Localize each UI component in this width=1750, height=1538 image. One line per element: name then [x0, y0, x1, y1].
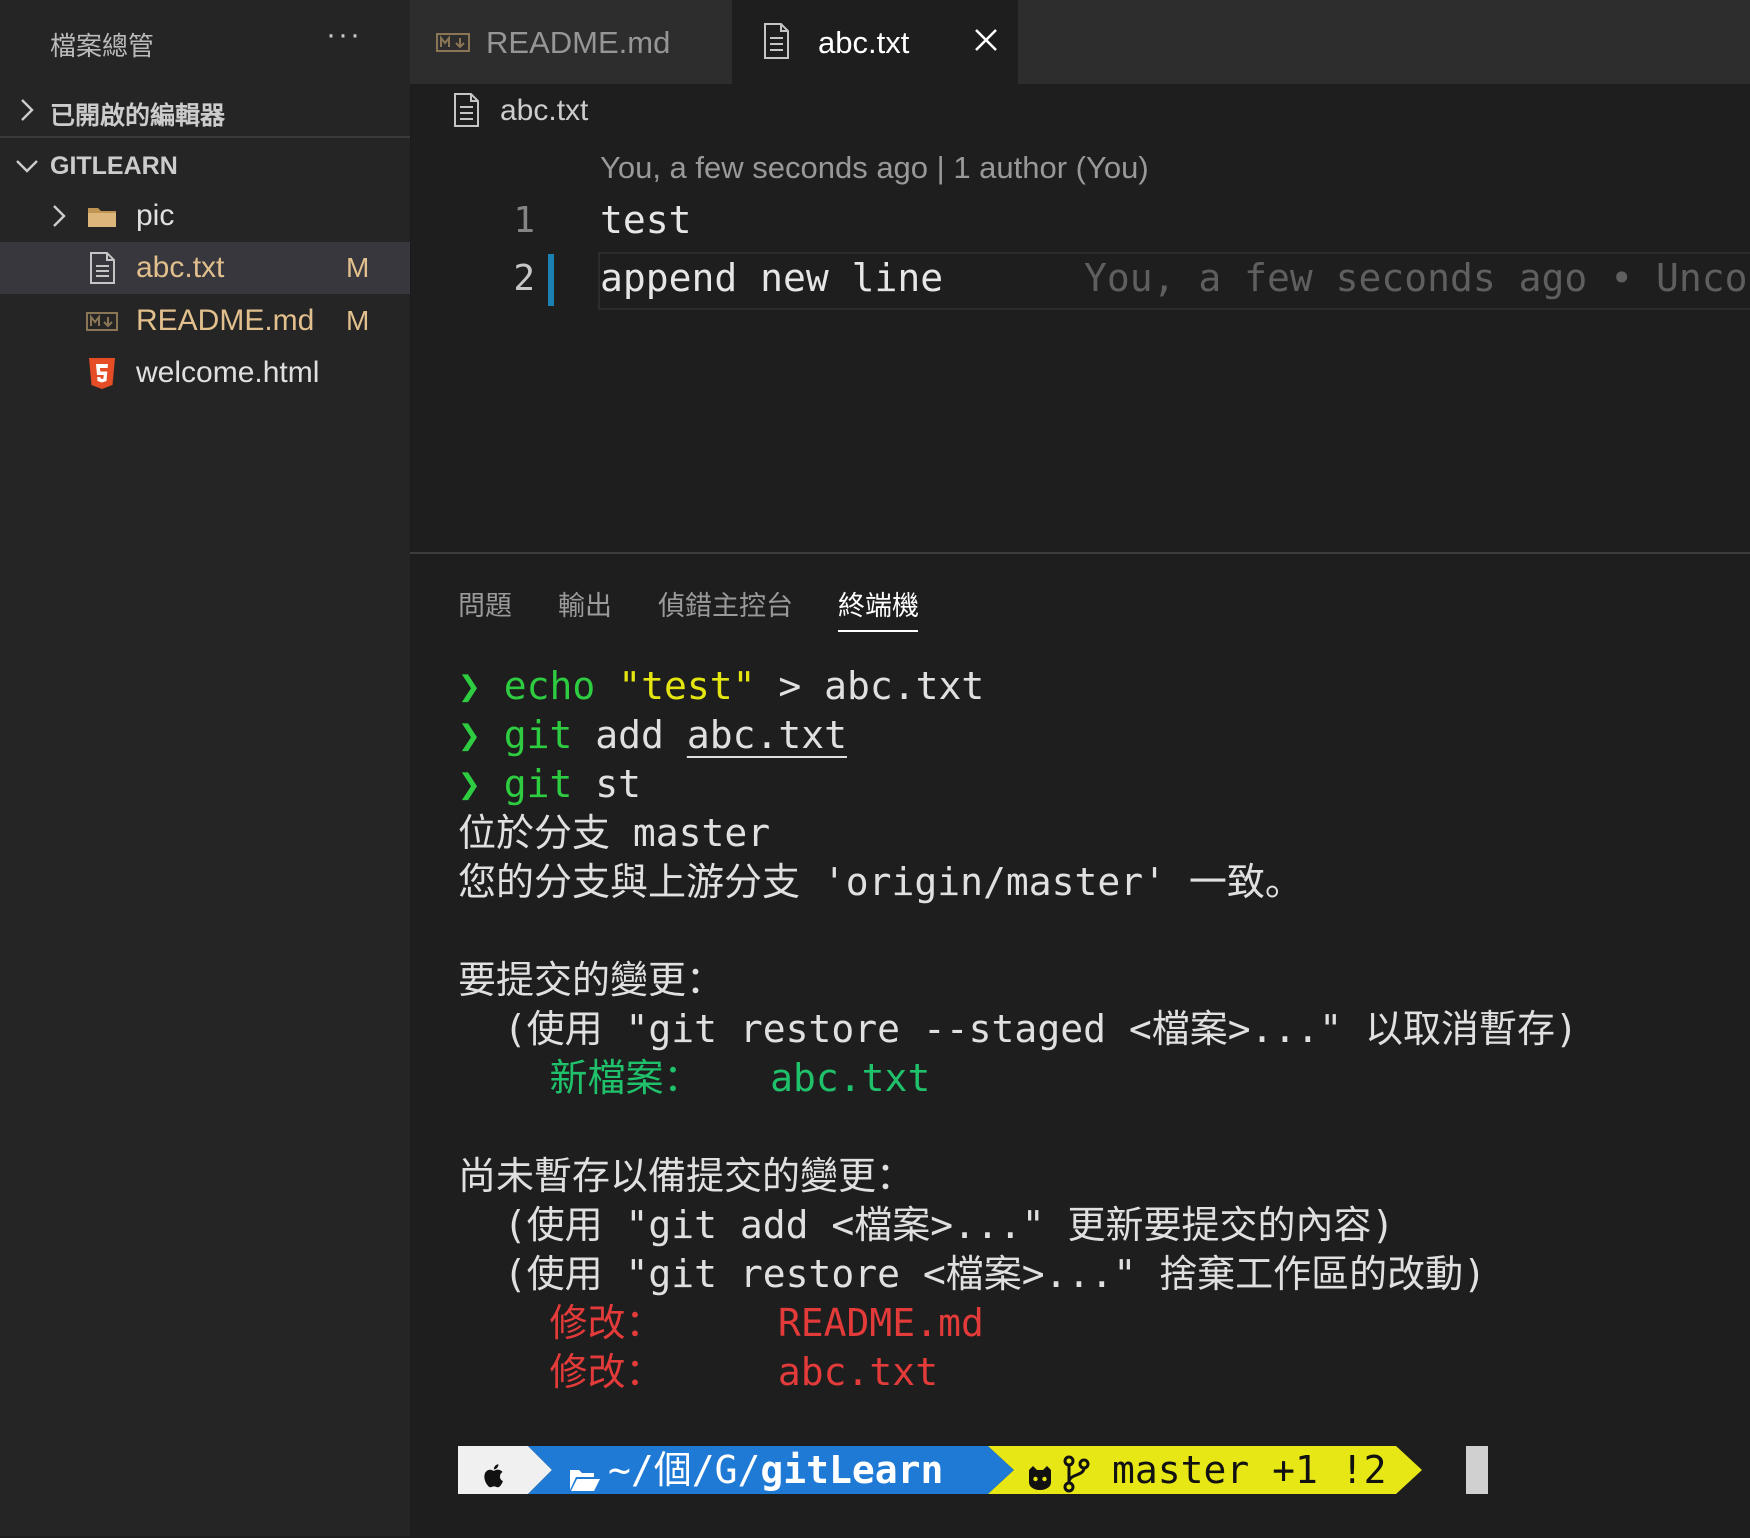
modified-badge: M [346, 305, 370, 336]
more-actions-icon[interactable]: ··· [326, 18, 362, 52]
explorer-header: 檔案總管 ··· [0, 0, 410, 84]
prompt-symbol: ❯ [458, 664, 481, 708]
chevron-down-icon [16, 160, 38, 173]
breadcrumb-file: abc.txt [500, 94, 589, 127]
tab-readme-md[interactable]: README.md [410, 0, 732, 84]
tab-label: abc.txt [818, 25, 910, 60]
line-number: 2 [513, 258, 535, 299]
code-line[interactable]: 1 test [410, 192, 1750, 248]
terminal-cursor[interactable] [1466, 1446, 1488, 1494]
command-args: st [572, 762, 642, 806]
git-branch-icon [1063, 1455, 1090, 1493]
tab-label: README.md [486, 25, 671, 60]
active-tab-indicator [838, 630, 918, 632]
status-label: 修改： [549, 1350, 664, 1394]
markdown-icon [86, 312, 118, 331]
prompt-symbol: ❯ [458, 762, 481, 806]
path-prefix: ~/個/G/ [608, 1448, 761, 1492]
tree-item-label: welcome.html [136, 356, 320, 389]
explorer-sidebar: 檔案總管 ··· 已開啟的編輯器 GITLEARN pic abc.txt M … [0, 0, 411, 1536]
folder-icon [88, 208, 116, 227]
terminal-line: 您的分支與上游分支 'origin/master' 一致。 [458, 860, 1303, 904]
terminal-line: 新檔案： abc.txt [458, 1054, 1738, 1103]
command: git [503, 762, 573, 806]
terminal-line: (使用 "git restore --staged <檔案>..." 以取消暫存… [458, 1007, 1578, 1051]
tab-debug-console[interactable]: 偵錯主控台 [658, 584, 793, 623]
git-codelens[interactable]: You, a few seconds ago | 1 author (You) [600, 150, 1149, 186]
git-modified-gutter[interactable] [548, 254, 554, 306]
terminal-line: ❯ git add abc.txt [458, 711, 1738, 760]
terminal-line: 要提交的變更： [458, 958, 725, 1002]
prompt-symbol: ❯ [458, 713, 481, 757]
terminal-line: (使用 "git add <檔案>..." 更新要提交的內容) [458, 1203, 1395, 1247]
path-current-dir: gitLearn [760, 1448, 944, 1492]
code-line-current[interactable]: 2 append new line You, a few seconds ago… [410, 250, 1750, 310]
git-status: master +1 !2 [1112, 1448, 1387, 1492]
string-arg: "test" [618, 664, 756, 708]
tab-terminal[interactable]: 終端機 [838, 584, 919, 623]
tree-item-abc-txt[interactable]: abc.txt M [0, 242, 410, 294]
tab-problems[interactable]: 問題 [458, 584, 512, 623]
terminal-output[interactable]: ❯ echo "test" > abc.txt ❯ git add abc.tx… [458, 662, 1738, 1397]
text-file-icon [764, 23, 789, 59]
tab-abc-txt[interactable]: abc.txt [732, 0, 1018, 84]
open-editors-section[interactable]: 已開啟的編輯器 [0, 84, 410, 138]
project-label: GITLEARN [50, 152, 178, 180]
close-icon[interactable] [970, 24, 1002, 56]
terminal-line: 尚未暫存以備提交的變更： [458, 1154, 915, 1198]
status-label: 修改： [549, 1301, 664, 1345]
tree-item-label: abc.txt [136, 251, 225, 284]
terminal-line: 修改： README.md [458, 1299, 1738, 1348]
chevron-right-icon [53, 205, 66, 227]
html5-icon [89, 358, 115, 389]
prompt-path: ~/個/G/gitLearn [608, 1446, 943, 1494]
chevron-right-icon [21, 99, 34, 121]
markdown-icon [436, 33, 470, 52]
status-file: abc.txt [770, 1056, 931, 1100]
inline-blame: You, a few seconds ago • Unco [1084, 256, 1748, 300]
command: git [503, 713, 573, 757]
explorer-title: 檔案總管 [50, 31, 155, 61]
tree-item-label: pic [136, 199, 175, 232]
command-args: add [572, 713, 687, 757]
bottom-panel: 問題 輸出 偵錯主控台 終端機 ❯ echo "test" > abc.txt … [410, 552, 1750, 1538]
open-editors-label: 已開啟的編輯器 [50, 102, 226, 130]
terminal-line: ❯ git st [458, 760, 1738, 809]
github-icon [1029, 1466, 1051, 1490]
editor-tab-bar: README.md abc.txt [410, 0, 1750, 84]
project-section[interactable]: GITLEARN [0, 140, 410, 192]
tree-item-pic[interactable]: pic [0, 190, 410, 242]
line-text: append new line [600, 256, 944, 300]
status-file: README.md [777, 1301, 984, 1345]
status-label: 新檔案： [549, 1056, 702, 1100]
terminal-line: ❯ echo "test" > abc.txt [458, 662, 1738, 711]
tree-item-welcome-html[interactable]: welcome.html [0, 347, 410, 399]
tab-output[interactable]: 輸出 [558, 584, 612, 623]
status-file: abc.txt [777, 1350, 939, 1394]
text-file-icon [90, 252, 115, 284]
line-number: 1 [513, 200, 535, 241]
terminal-line: 修改： abc.txt [458, 1348, 1738, 1397]
tree-item-label: README.md [136, 304, 315, 337]
folder-open-icon [570, 1470, 600, 1491]
apple-icon [484, 1464, 503, 1488]
terminal-line: 位於分支 master [458, 811, 771, 855]
tree-item-readme-md[interactable]: README.md M [0, 295, 410, 347]
line-text: test [600, 198, 692, 242]
terminal-line: (使用 "git restore <檔案>..." 捨棄工作區的改動) [458, 1252, 1486, 1296]
command: echo [503, 664, 596, 708]
command-args: > abc.txt [755, 664, 985, 708]
file-path-arg: abc.txt [686, 713, 847, 757]
text-file-icon [454, 93, 479, 127]
modified-badge: M [346, 252, 370, 283]
